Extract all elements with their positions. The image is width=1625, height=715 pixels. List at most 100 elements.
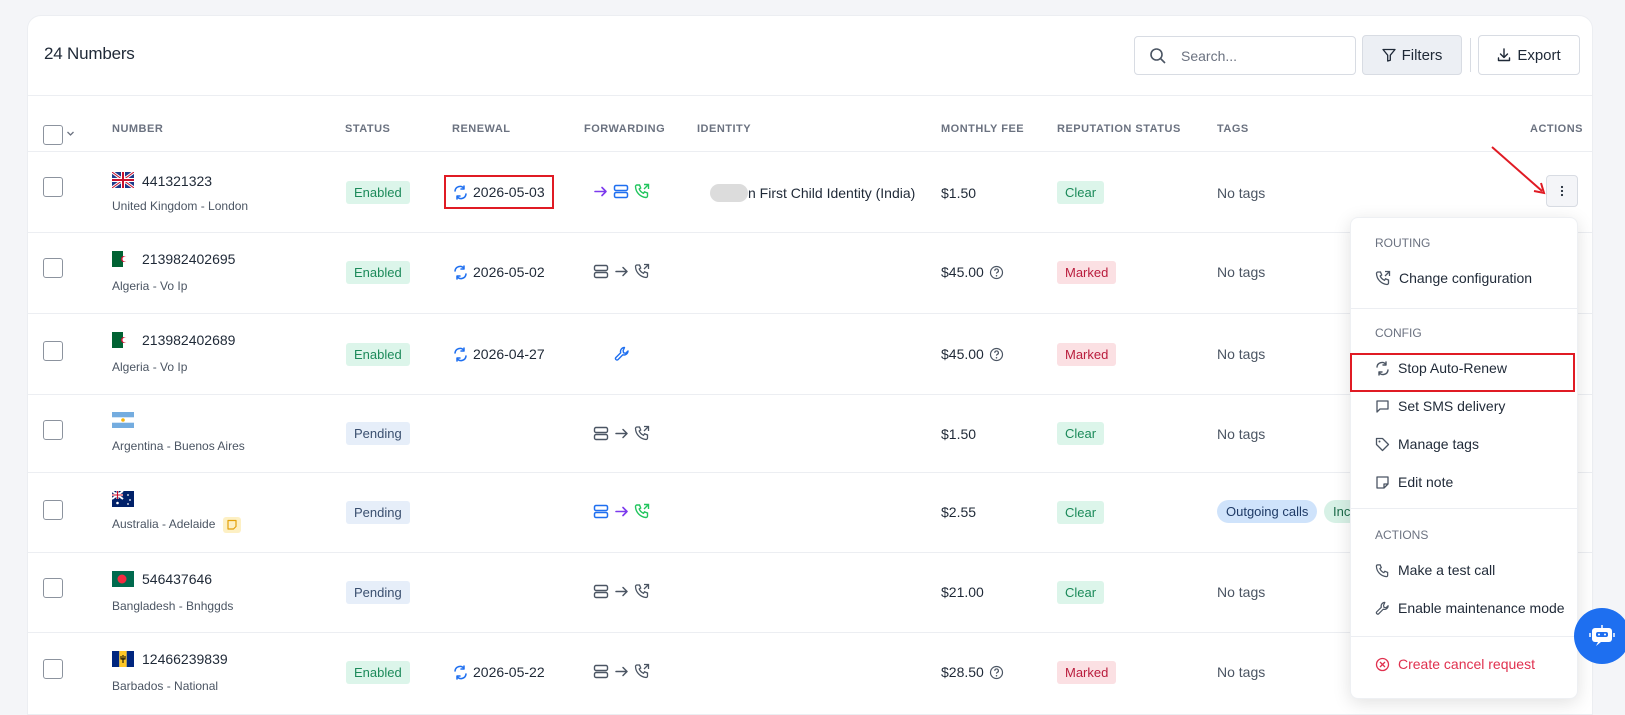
reputation-badge: Clear <box>1057 501 1105 524</box>
forwarding-icons[interactable] <box>593 503 650 519</box>
help-circle-icon[interactable] <box>989 665 1004 680</box>
forwarding-icons[interactable] <box>593 425 650 441</box>
forwarding-icons[interactable] <box>593 583 650 599</box>
reputation-badge: Clear <box>1057 422 1105 445</box>
algeria-flag-icon <box>112 332 134 348</box>
dropdown-section-config: CONFIG <box>1375 326 1422 340</box>
menu-item-make-test-call[interactable]: Make a test call <box>1375 562 1495 578</box>
uk-flag-icon <box>112 172 134 188</box>
col-identity[interactable]: IDENTITY <box>697 123 751 135</box>
status-badge: Enabled <box>346 261 410 284</box>
renewal-date-text: 2026-05-22 <box>473 664 545 680</box>
col-number[interactable]: NUMBER <box>112 123 163 135</box>
arrow-right-icon <box>615 506 628 516</box>
forwarding-icons[interactable] <box>614 346 630 362</box>
export-button[interactable]: Export <box>1478 35 1580 75</box>
phone-forward-icon <box>634 503 650 519</box>
menu-item-label: Make a test call <box>1398 562 1496 578</box>
divider <box>1470 38 1471 72</box>
card-header: 24 Numbers Search... Filters Export <box>28 16 1592 96</box>
reputation-badge: Marked <box>1057 661 1117 684</box>
filter-icon <box>1381 48 1396 62</box>
row-checkbox[interactable] <box>43 341 63 361</box>
phone-forward-icon <box>1375 270 1391 286</box>
row-checkbox[interactable] <box>43 420 63 440</box>
select-all-checkbox[interactable] <box>43 125 63 145</box>
help-circle-icon[interactable] <box>989 265 1004 280</box>
filters-button[interactable]: Filters <box>1362 35 1462 75</box>
phone-number: 546437646 <box>142 571 213 587</box>
note-icon[interactable] <box>222 517 241 533</box>
renewal-highlight-box <box>444 175 554 209</box>
x-circle-icon <box>1375 657 1390 671</box>
row-checkbox[interactable] <box>43 258 63 278</box>
tag-pill[interactable]: Inc <box>1324 500 1352 523</box>
chevron-down-icon[interactable] <box>66 129 75 138</box>
sticky-note-icon <box>1376 475 1389 489</box>
auto-renew-icon <box>454 264 467 280</box>
menu-item-create-cancel-request[interactable]: Create cancel request <box>1375 656 1535 672</box>
col-reputation[interactable]: REPUTATION STATUS <box>1057 123 1181 135</box>
tag-pill[interactable]: Outgoing calls <box>1217 500 1318 523</box>
fee-value: $2.55 <box>941 504 977 520</box>
phone-number: 12466239839 <box>142 651 228 667</box>
menu-item-label: Enable maintenance mode <box>1398 600 1565 616</box>
menu-divider <box>1351 508 1577 509</box>
server-icon <box>593 664 609 678</box>
renewal-date: 2026-05-22 <box>453 664 545 680</box>
row-checkbox[interactable] <box>43 500 63 520</box>
forwarding-icons[interactable] <box>593 663 650 679</box>
reputation-badge: Clear <box>1057 181 1105 204</box>
fee-value: $45.00 <box>941 346 984 362</box>
col-tags[interactable]: TAGS <box>1217 123 1249 135</box>
menu-item-edit-note[interactable]: Edit note <box>1375 474 1453 490</box>
auto-renew-icon <box>454 346 467 362</box>
tags: No tags <box>1217 584 1266 600</box>
row-actions-button[interactable] <box>1546 175 1578 207</box>
server-icon <box>593 426 609 440</box>
menu-item-label: Edit note <box>1398 474 1454 490</box>
tag-icon <box>1375 437 1390 451</box>
phone-number: 213982402695 <box>142 251 236 267</box>
col-renewal[interactable]: RENEWAL <box>452 123 511 135</box>
phone-icon <box>1375 563 1389 577</box>
number-location: Algeria - Vo Ip <box>112 279 188 293</box>
wrench-icon <box>614 346 629 361</box>
row-checkbox[interactable] <box>43 177 63 197</box>
table-header: NUMBER STATUS RENEWAL FORWARDING IDENTIT… <box>28 96 1592 152</box>
menu-item-change-configuration[interactable]: Change configuration <box>1375 270 1532 286</box>
phone-forward-icon <box>634 425 650 441</box>
forwarding-icons[interactable] <box>593 183 650 199</box>
export-label: Export <box>1517 46 1561 64</box>
monthly-fee: $2.55 <box>941 504 976 520</box>
col-forwarding[interactable]: FORWARDING <box>584 123 665 135</box>
col-status[interactable]: STATUS <box>345 123 390 135</box>
menu-item-manage-tags[interactable]: Manage tags <box>1375 436 1479 452</box>
reputation-badge: Marked <box>1057 261 1117 284</box>
annotation-arrow <box>1491 146 1546 195</box>
reputation-badge: Marked <box>1057 343 1117 366</box>
help-circle-icon[interactable] <box>989 347 1004 362</box>
col-monthly-fee[interactable]: MONTHLY FEE <box>941 123 1024 135</box>
menu-item-set-sms-delivery[interactable]: Set SMS delivery <box>1375 398 1505 414</box>
row-checkbox[interactable] <box>43 659 63 679</box>
reputation-badge: Clear <box>1057 581 1105 604</box>
forwarding-icons[interactable] <box>593 263 650 279</box>
algeria-flag-icon <box>112 251 134 267</box>
status-badge: Pending <box>346 581 410 604</box>
support-chat-button[interactable] <box>1574 608 1625 664</box>
message-square-icon <box>1376 399 1389 413</box>
dropdown-section-actions: ACTIONS <box>1375 528 1429 542</box>
row-checkbox[interactable] <box>43 578 63 598</box>
auto-renew-icon <box>454 664 467 680</box>
monthly-fee: $21.00 <box>941 584 984 600</box>
fee-value: $1.50 <box>941 185 977 201</box>
chat-bot-icon <box>1589 625 1615 646</box>
number-location: Australia - Adelaide <box>112 517 241 533</box>
search-placeholder: Search... <box>1181 48 1238 64</box>
renewal-date: 2026-04-27 <box>453 346 545 362</box>
menu-item-label: Create cancel request <box>1398 656 1535 672</box>
menu-item-enable-maintenance-mode[interactable]: Enable maintenance mode <box>1375 600 1565 616</box>
search-input[interactable]: Search... <box>1134 36 1356 75</box>
tags: No tags <box>1217 346 1266 362</box>
